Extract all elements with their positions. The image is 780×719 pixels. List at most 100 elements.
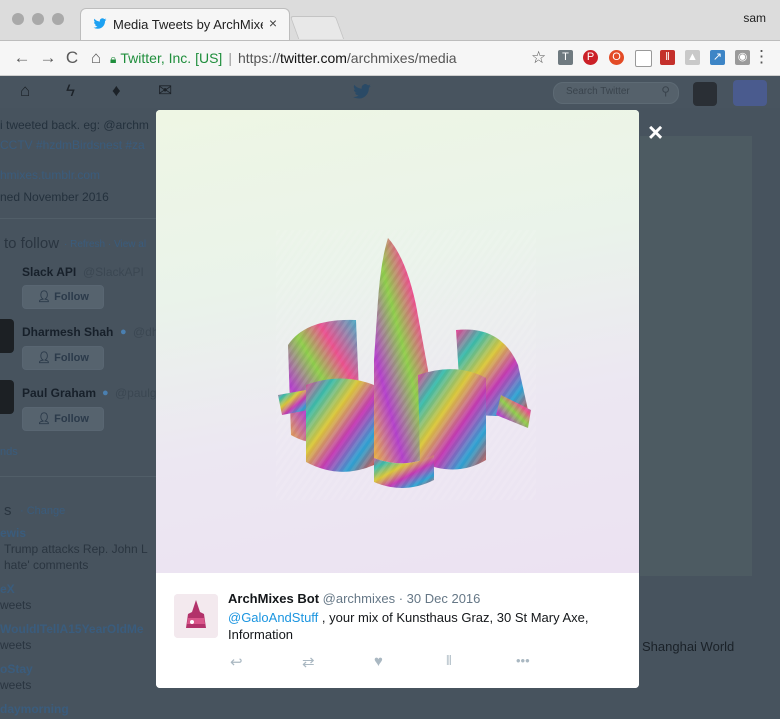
browser-tab-bar: Media Tweets by ArchMixes Bo × sam (0, 0, 780, 41)
follow-button[interactable]: 👤︎ Follow (22, 285, 104, 309)
home-icon[interactable]: ⌂ (20, 81, 30, 101)
moments-icon[interactable]: ϟ (66, 81, 75, 101)
url-separator: | (228, 50, 232, 66)
suggestion-name[interactable]: Slack API (22, 265, 76, 279)
maximize-window-button[interactable] (52, 13, 64, 25)
url-path: /archmixes/media (346, 50, 457, 66)
profile-name[interactable]: sam (743, 11, 766, 25)
tweet-author-handle[interactable]: @archmixes (323, 591, 395, 606)
url-scheme: https:// (237, 50, 280, 66)
twitter-bird-icon (93, 18, 107, 29)
browser-tab[interactable]: Media Tweets by ArchMixes Bo × (80, 8, 290, 40)
trend-name[interactable]: oStay (0, 662, 33, 676)
trends-change-link[interactable]: · Change (20, 505, 65, 517)
trends-header: s (4, 502, 12, 519)
twitter-nav: ⌂ ϟ ♦ ✉ Search Twitter ⚲ (0, 76, 780, 108)
trend-desc: Trump attacks Rep. John L (4, 542, 148, 556)
rendered-building-mix-image (276, 230, 536, 500)
analytics-icon[interactable]: ⦀ (446, 653, 452, 669)
reply-icon[interactable]: ↩ (230, 653, 243, 671)
tweet-date[interactable]: · 30 Dec 2016 (399, 591, 481, 606)
media-image[interactable] (156, 110, 639, 573)
trend-desc: hate' comments (4, 558, 89, 572)
opera-icon[interactable]: O (609, 50, 624, 65)
follow-label: Follow (54, 291, 89, 303)
verified-icon: ● (120, 326, 127, 338)
bio-line[interactable]: CCTV #hzdmBirdsnest #za (0, 138, 145, 152)
extension-blue-icon[interactable]: ↗ (710, 50, 725, 65)
minimize-window-button[interactable] (32, 13, 44, 25)
trend-name[interactable]: eX (0, 582, 15, 596)
address-bar[interactable]: 🔒︎ Twitter, Inc. [US] | https://twitter.com… (110, 46, 557, 70)
media-grid-card[interactable] (640, 136, 752, 576)
verified-icon: ● (102, 387, 109, 399)
follow-icon: 👤︎ (37, 352, 55, 364)
browser-toolbar: ← → C ⌂ 🔒︎ Twitter, Inc. [US] | https://twi… (0, 41, 780, 76)
suggestion-handle: @SlackAPI (83, 265, 144, 279)
media-modal: ArchMixes Bot @archmixes · 30 Dec 2016 @… (156, 110, 639, 688)
browser-menu-icon[interactable]: ⋮ (753, 47, 770, 67)
suggestion-name[interactable]: Dharmesh Shah (22, 325, 113, 339)
bookmark-star-icon[interactable]: ☆ (531, 48, 546, 68)
twitter-search-input[interactable]: Search Twitter ⚲ (553, 82, 679, 104)
website-link[interactable]: hmixes.tumblr.com (0, 168, 100, 182)
pinterest-icon[interactable]: P (583, 50, 598, 65)
drive-icon[interactable]: ▲ (685, 50, 700, 65)
extension-t-icon[interactable]: T (558, 50, 573, 65)
follow-button[interactable]: 👤︎ Follow (22, 407, 104, 431)
tweet-header: ArchMixes Bot @archmixes · 30 Dec 2016 (228, 591, 480, 606)
close-icon[interactable]: × (648, 119, 663, 145)
close-window-button[interactable] (12, 13, 24, 25)
find-friends-link[interactable]: nds (0, 446, 18, 458)
joined-date: ned November 2016 (0, 190, 109, 204)
compose-tweet-button[interactable] (733, 80, 767, 106)
follow-icon: 👤︎ (37, 413, 55, 425)
refresh-link[interactable]: · Refresh · View al (64, 239, 146, 250)
trend-name[interactable]: ewis (0, 526, 26, 540)
more-icon[interactable]: ••• (516, 653, 530, 668)
extension-bars-icon[interactable]: ‖ (660, 50, 675, 65)
tweet-text: @GaloAndStuff , your mix of Kunsthaus Gr… (228, 609, 608, 643)
bot-avatar[interactable] (174, 594, 218, 638)
suggestion-name[interactable]: Paul Graham (22, 386, 96, 400)
follow-icon: 👤︎ (37, 291, 55, 303)
tab-title: Media Tweets by ArchMixes Bo (113, 17, 263, 32)
home-icon[interactable]: ⌂ (86, 48, 106, 68)
messages-icon[interactable]: ✉ (158, 81, 172, 101)
suggestion-handle: @paulg (115, 386, 157, 400)
page-icon[interactable] (635, 50, 652, 67)
trend-desc: weets (0, 638, 32, 652)
tweet-details: ArchMixes Bot @archmixes · 30 Dec 2016 @… (156, 573, 639, 688)
follow-label: Follow (54, 413, 89, 425)
tab-close-icon[interactable]: × (269, 15, 277, 31)
trend-desc: weets (0, 678, 32, 692)
suggestion-avatar[interactable] (0, 380, 14, 414)
follow-button[interactable]: 👤︎ Follow (22, 346, 104, 370)
trend-desc: weets (0, 598, 32, 612)
lock-icon: 🔒︎ (110, 52, 117, 66)
tweet-author-name[interactable]: ArchMixes Bot (228, 591, 319, 606)
search-placeholder: Search Twitter (566, 86, 630, 97)
back-arrow-icon[interactable]: ← (12, 48, 32, 68)
trend-name[interactable]: WouldITellA15YearOldMe (0, 622, 144, 636)
tweet-actions: ↩ ⇄ ♥ ⦀ ••• (228, 653, 558, 673)
like-icon[interactable]: ♥ (374, 653, 383, 670)
suggestion-handle: @dh (133, 325, 159, 339)
right-panel-snippet: Shanghai World (642, 639, 735, 654)
notifications-icon[interactable]: ♦ (112, 81, 121, 101)
forward-arrow-icon[interactable]: → (38, 48, 58, 68)
camera-icon[interactable]: ◉ (735, 50, 750, 65)
retweet-icon[interactable]: ⇄ (302, 653, 315, 671)
reload-icon[interactable]: C (62, 48, 82, 68)
trend-name[interactable]: daymorning (0, 702, 69, 716)
who-to-follow-header: to follow (4, 235, 60, 252)
twitter-logo-icon[interactable] (352, 84, 372, 100)
profile-avatar[interactable] (693, 82, 717, 106)
tweet-mention-link[interactable]: @GaloAndStuff (228, 610, 318, 625)
search-icon: ⚲ (661, 84, 670, 98)
url-host: twitter.com (279, 50, 347, 66)
new-tab-button[interactable] (289, 16, 345, 39)
bio-line: i tweeted back. eg: @archm (0, 118, 149, 132)
suggestion-avatar[interactable] (0, 319, 14, 353)
secure-label: Twitter, Inc. [US] (120, 50, 223, 66)
